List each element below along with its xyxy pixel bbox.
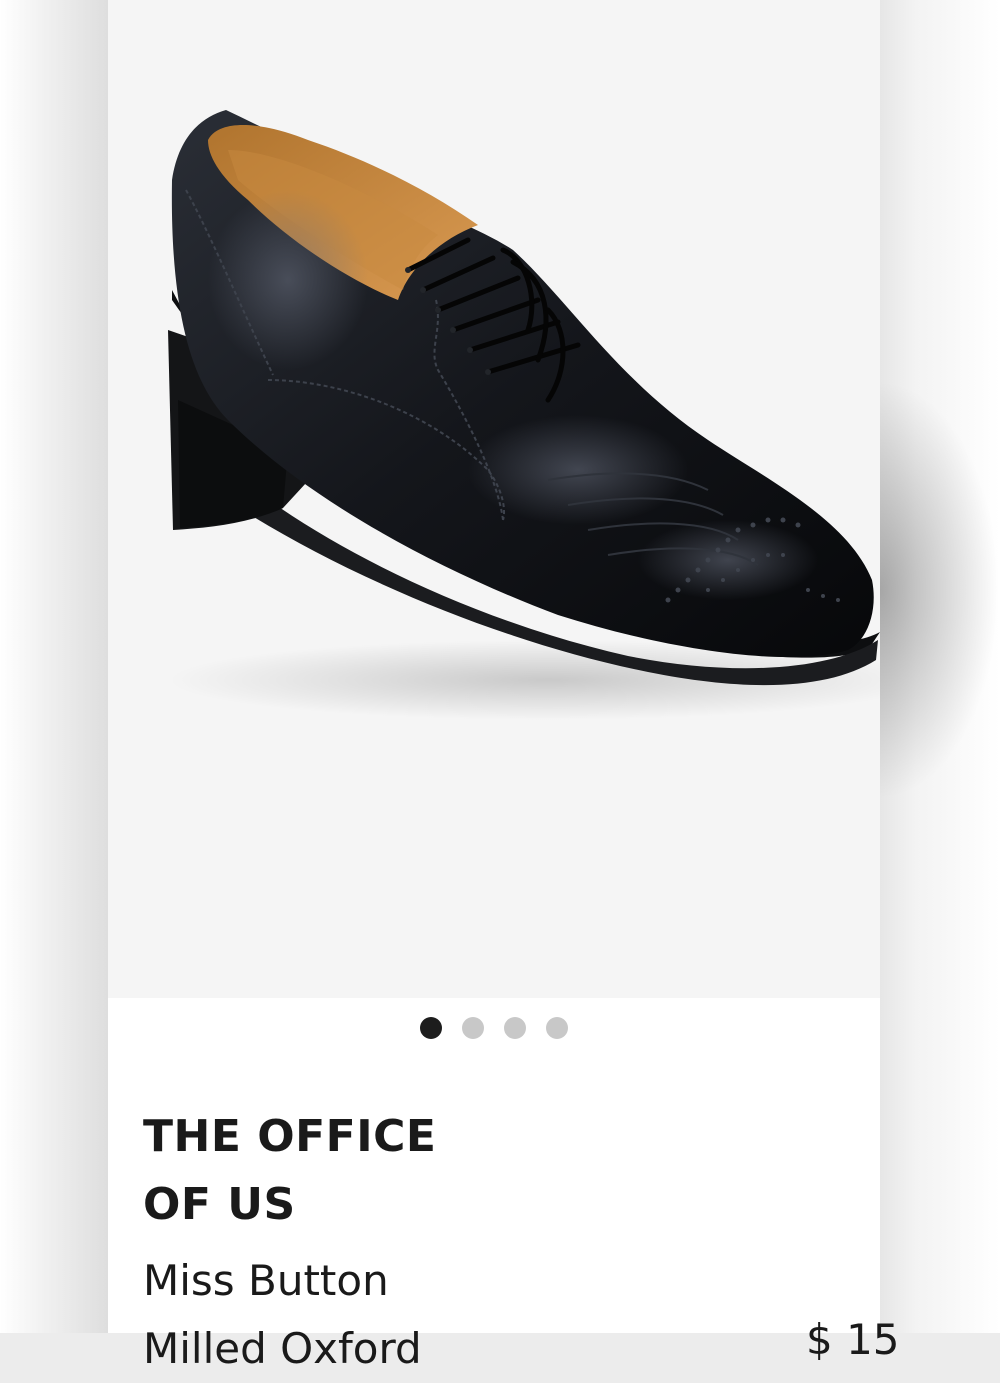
previous-card-peek bbox=[0, 0, 108, 1333]
carousel-pagination bbox=[108, 1017, 880, 1039]
product-brand[interactable]: THE OFFICE OF US bbox=[143, 1103, 503, 1239]
carousel-dot-2[interactable] bbox=[462, 1017, 484, 1039]
brand-line-2: OF US bbox=[143, 1179, 296, 1230]
product-name-line-1: Miss Button bbox=[143, 1256, 389, 1305]
next-card-peek[interactable] bbox=[880, 0, 1000, 1333]
product-image[interactable] bbox=[108, 0, 880, 998]
carousel-dot-4[interactable] bbox=[546, 1017, 568, 1039]
product-name-line-2: Milled Oxford bbox=[143, 1324, 422, 1373]
carousel-dot-3[interactable] bbox=[504, 1017, 526, 1039]
brand-line-1: THE OFFICE bbox=[143, 1111, 437, 1162]
carousel-dot-1[interactable] bbox=[420, 1017, 442, 1039]
oxford-shoe-illustration bbox=[168, 110, 880, 720]
product-card[interactable]: THE OFFICE OF US Miss Button Milled Oxfo… bbox=[108, 0, 900, 1373]
product-price: $ 15 bbox=[806, 1315, 900, 1364]
next-card-shadow bbox=[880, 380, 1000, 800]
product-name[interactable]: Miss Button Milled Oxford bbox=[143, 1247, 743, 1383]
